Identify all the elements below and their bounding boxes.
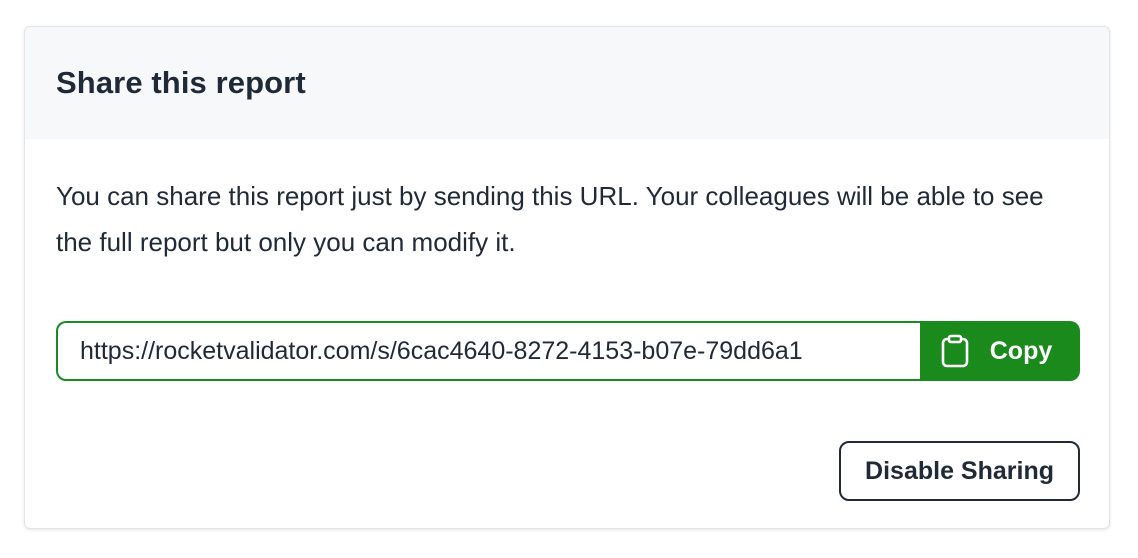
- card-actions: Disable Sharing: [56, 441, 1080, 501]
- card-title: Share this report: [56, 65, 306, 100]
- copy-button-label: Copy: [989, 336, 1053, 365]
- copy-button[interactable]: Copy: [920, 321, 1080, 381]
- disable-sharing-button[interactable]: Disable Sharing: [839, 441, 1080, 501]
- share-url-input[interactable]: [56, 321, 920, 381]
- share-description: You can share this report just by sendin…: [56, 181, 1044, 257]
- clipboard-icon: [940, 334, 970, 368]
- share-report-card: Share this report You can share this rep…: [24, 26, 1110, 529]
- card-header: Share this report: [25, 27, 1109, 139]
- card-body: You can share this report just by sendin…: [25, 139, 1109, 501]
- share-url-group: Copy: [56, 321, 1080, 381]
